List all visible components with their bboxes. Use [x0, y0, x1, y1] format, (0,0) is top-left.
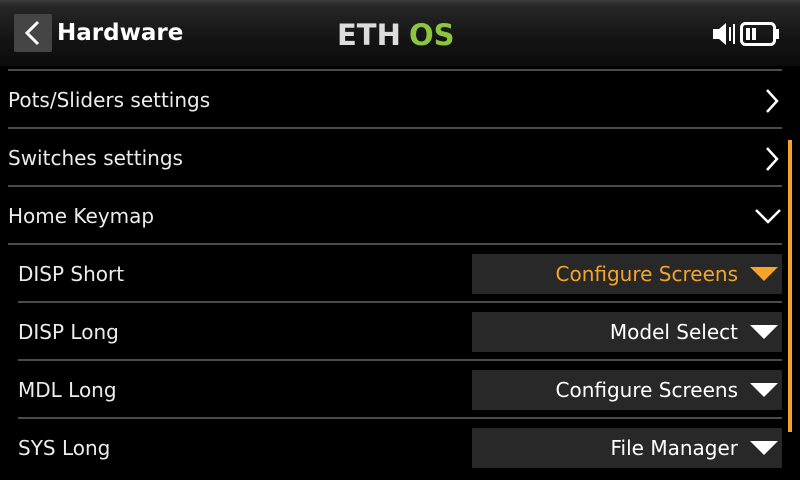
page-title: Hardware	[57, 20, 184, 46]
chevron-left-icon	[24, 20, 40, 46]
menu-item-pots-sliders[interactable]: Pots/Sliders settings	[0, 72, 790, 128]
keymap-select-sys-long[interactable]: File Manager	[472, 428, 782, 468]
dropdown-arrow-icon	[750, 441, 778, 455]
chevron-down-icon	[755, 209, 781, 224]
svg-text:ETH: ETH	[337, 20, 401, 48]
select-value: Model Select	[609, 320, 738, 344]
svg-text:OS: OS	[409, 20, 455, 48]
dropdown-arrow-icon	[750, 267, 778, 281]
keymap-label: DISP Long	[18, 320, 119, 344]
keymap-select-disp-short[interactable]: Configure Screens	[472, 254, 782, 294]
keymap-label: MDL Long	[18, 378, 117, 402]
battery-icon	[740, 22, 779, 46]
keymap-select-mdl-long[interactable]: Configure Screens	[472, 370, 782, 410]
menu-item-label: Pots/Sliders settings	[8, 88, 211, 112]
menu-item-home-keymap[interactable]: Home Keymap	[0, 188, 790, 244]
ethos-logo: ETH OS	[337, 20, 455, 48]
keymap-label: SYS Long	[18, 436, 111, 460]
scrollbar[interactable]	[788, 140, 792, 432]
menu-item-label: Switches settings	[8, 146, 183, 170]
select-value: Configure Screens	[555, 262, 738, 286]
keymap-label: DISP Short	[18, 262, 125, 286]
dropdown-arrow-icon	[750, 325, 778, 339]
select-value: File Manager	[610, 436, 739, 460]
back-button[interactable]	[14, 14, 52, 52]
divider	[8, 69, 782, 71]
keymap-select-disp-long[interactable]: Model Select	[472, 312, 782, 352]
chevron-right-icon	[766, 89, 779, 113]
menu-item-label: Home Keymap	[8, 204, 155, 228]
chevron-right-icon	[766, 147, 779, 171]
dropdown-arrow-icon	[750, 383, 778, 397]
menu-item-switches[interactable]: Switches settings	[0, 130, 790, 186]
header-bar: Hardware ETH OS	[0, 0, 800, 66]
select-value: Configure Screens	[555, 378, 738, 402]
speaker-icon	[713, 23, 735, 45]
